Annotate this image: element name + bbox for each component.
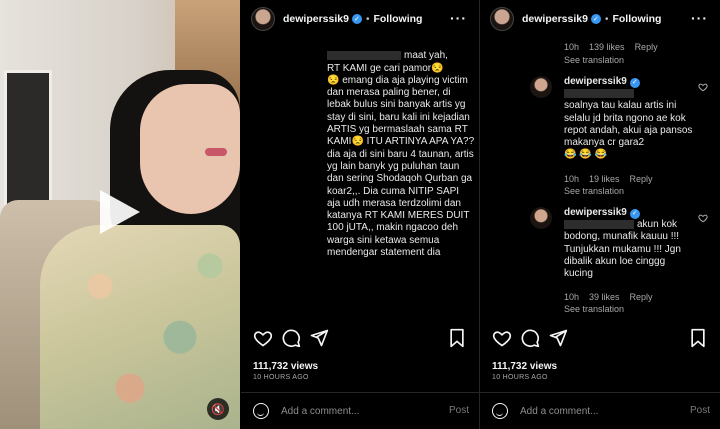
post-button[interactable]: Post: [449, 405, 469, 416]
avatar[interactable]: [530, 76, 552, 98]
video-person-shirt: [40, 225, 240, 429]
verified-badge-icon: ✓: [629, 78, 640, 89]
caption-text: maat yah, RT KAMI ge cari pamor😒 😒 emang…: [327, 50, 475, 259]
comment-time: 10h: [564, 42, 580, 52]
video-person-lips: [205, 148, 227, 156]
bookmark-icon[interactable]: [447, 328, 467, 348]
timestamp: 10 HOURS AGO: [492, 374, 548, 381]
verified-badge-icon: ✓: [590, 14, 601, 24]
see-translation-link[interactable]: See translation: [564, 186, 624, 196]
heart-icon[interactable]: [492, 328, 512, 348]
redacted-username: [564, 89, 634, 99]
more-options-icon[interactable]: ···: [691, 10, 708, 26]
redacted-username: [327, 51, 401, 61]
post-header: dewiperssik9 ✓ • Following ···: [480, 0, 720, 38]
add-comment-input[interactable]: [281, 403, 431, 419]
comment-item: dewiperssik9 ✓ akun kok bodong, munafik k…: [564, 207, 694, 280]
avatar[interactable]: [530, 207, 552, 229]
share-icon[interactable]: [309, 328, 329, 348]
username[interactable]: dewiperssik9: [283, 13, 349, 25]
like-comment-icon[interactable]: [698, 82, 708, 92]
post-panel-caption: dewiperssik9 ✓ • Following ··· maat yah,…: [241, 0, 479, 429]
comment-icon[interactable]: [281, 328, 301, 348]
comment-icon[interactable]: [520, 328, 540, 348]
add-comment-input[interactable]: [520, 403, 670, 419]
comment-text: soalnya tau kalau artis ini selalu jd br…: [564, 100, 693, 161]
post-panel-comments: dewiperssik9 ✓ • Following ··· 10h 139 li…: [480, 0, 720, 429]
comment-likes[interactable]: 39 likes: [589, 292, 620, 302]
post-header: dewiperssik9 ✓ • Following ···: [241, 0, 479, 38]
bookmark-icon[interactable]: [688, 328, 708, 348]
reply-button[interactable]: Reply: [630, 292, 653, 302]
post-actions: [253, 328, 467, 352]
following-button[interactable]: Following: [373, 13, 422, 25]
redacted-username: [564, 220, 634, 230]
view-count: 111,732 views: [253, 361, 319, 372]
emoji-icon[interactable]: [492, 403, 508, 419]
video-background-door: [4, 70, 52, 210]
separator-dot: •: [365, 13, 370, 25]
comment-time: 10h: [564, 174, 580, 184]
post-actions: [492, 328, 708, 352]
comment-time: 10h: [564, 292, 580, 302]
timestamp: 10 HOURS AGO: [253, 374, 309, 381]
following-button[interactable]: Following: [612, 13, 661, 25]
comment-meta: 10h 39 likes Reply: [564, 292, 663, 302]
view-count: 111,732 views: [492, 361, 558, 372]
username[interactable]: dewiperssik9: [522, 13, 588, 25]
comment-meta: 10h 19 likes Reply: [564, 174, 663, 184]
post-button[interactable]: Post: [690, 405, 710, 416]
avatar[interactable]: [490, 7, 514, 31]
like-comment-icon[interactable]: [698, 213, 708, 223]
add-comment-bar: Post: [480, 392, 720, 429]
avatar[interactable]: [251, 7, 275, 31]
emoji-icon[interactable]: [253, 403, 269, 419]
caption-comment: maat yah, RT KAMI ge cari pamor😒 😒 emang…: [327, 38, 475, 259]
play-icon[interactable]: [100, 190, 140, 234]
add-comment-bar: Post: [241, 392, 479, 429]
comment-likes[interactable]: 139 likes: [589, 42, 625, 52]
see-translation-link[interactable]: See translation: [564, 55, 624, 65]
reply-button[interactable]: Reply: [630, 174, 653, 184]
more-options-icon[interactable]: ···: [450, 10, 467, 26]
share-icon[interactable]: [548, 328, 568, 348]
comment-item: dewiperssik9 ✓ soalnya tau kalau artis in…: [564, 76, 694, 161]
separator-dot: •: [604, 13, 609, 25]
see-translation-link[interactable]: See translation: [564, 304, 624, 314]
video-player[interactable]: 🔇: [0, 0, 240, 429]
heart-icon[interactable]: [253, 328, 273, 348]
comment-username[interactable]: dewiperssik9: [564, 207, 627, 218]
verified-badge-icon: ✓: [629, 209, 640, 220]
speaker-mute-icon[interactable]: 🔇: [207, 398, 229, 420]
verified-badge-icon: ✓: [351, 14, 362, 24]
comment-username[interactable]: dewiperssik9: [564, 76, 627, 87]
comment-meta: 10h 139 likes Reply: [564, 42, 668, 52]
reply-button[interactable]: Reply: [635, 42, 658, 52]
comment-likes[interactable]: 19 likes: [589, 174, 620, 184]
